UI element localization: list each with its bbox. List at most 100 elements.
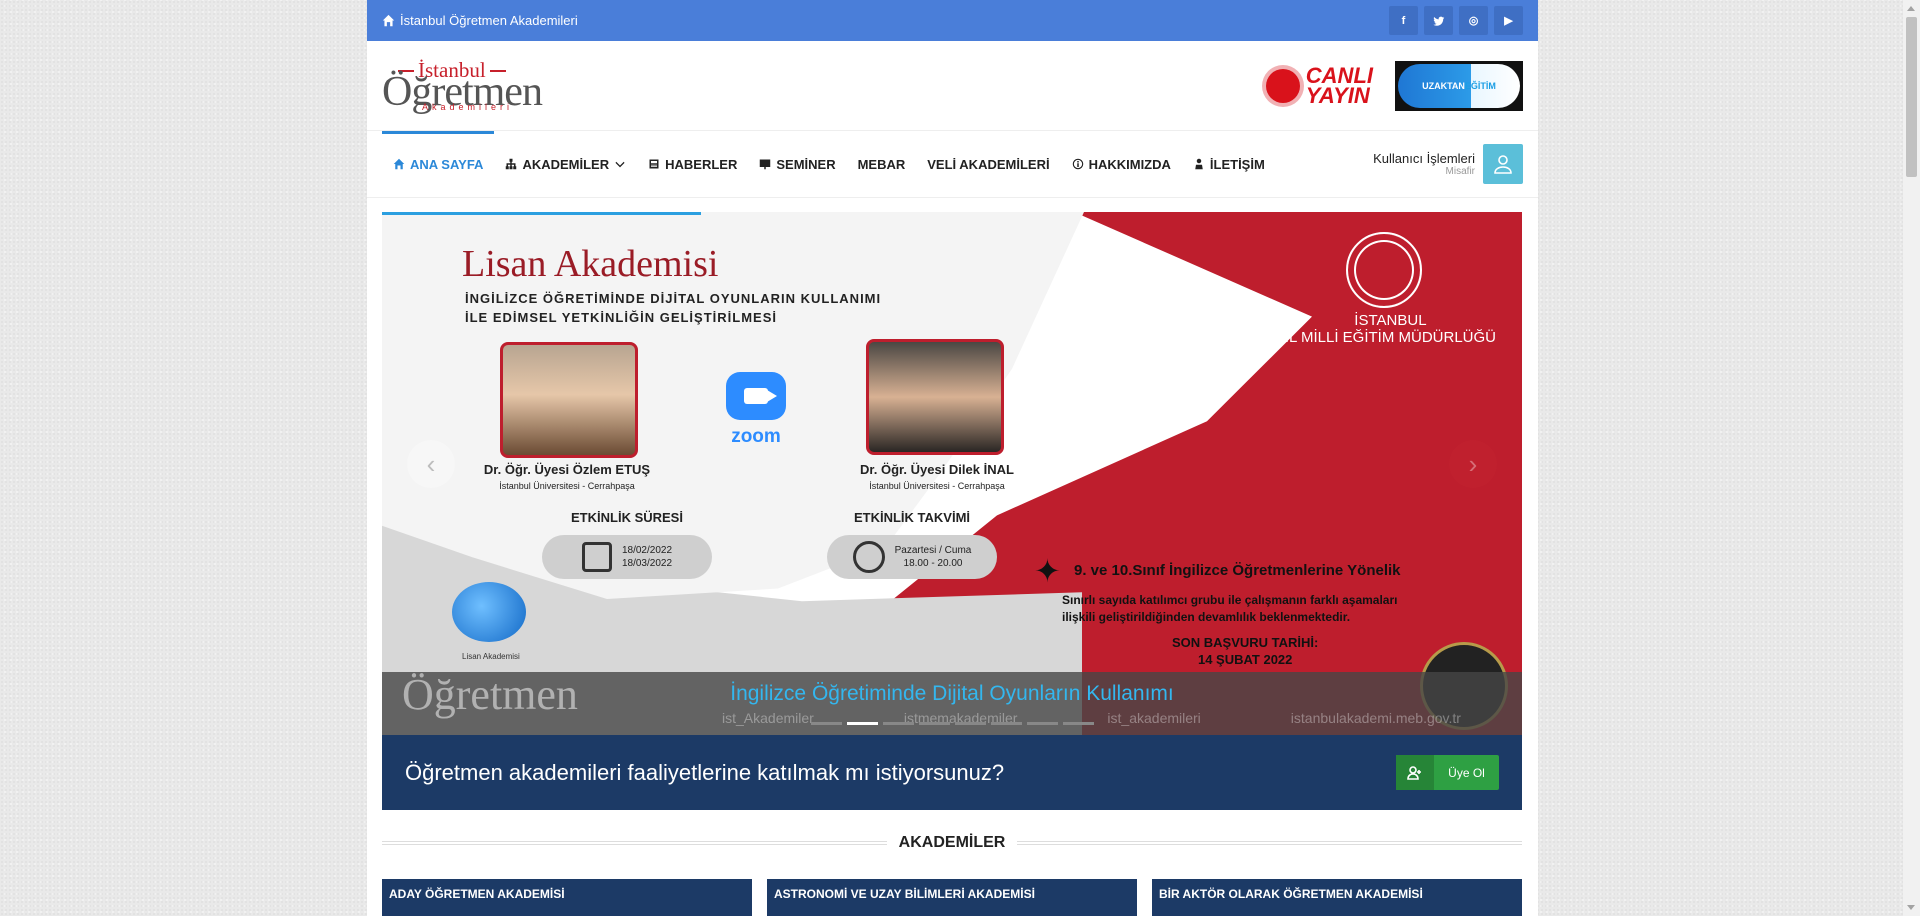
live-broadcast-button[interactable]: CANLI YAYIN [1265,64,1373,108]
nav-label: HABERLER [665,156,738,172]
signup-button[interactable]: Üye Ol [1396,755,1499,790]
user-icon [1494,155,1512,174]
slider-pagination [382,722,1522,725]
zoom-label: zoom [731,426,781,447]
sparkle-icon: ✦ [1034,553,1061,589]
academy-cards: ADAY ÖĞRETMEN AKADEMİSİ ASTRONOMİ VE UZA… [382,879,1522,916]
clock-icon [852,541,885,573]
scroll-up-icon[interactable] [1907,6,1915,11]
academy-card[interactable]: BİR AKTÖR OLARAK ÖĞRETMEN AKADEMİSİ [1152,879,1522,916]
nav-label: ANA SAYFA [410,156,484,172]
meb-seal-icon [1346,232,1422,308]
slider-dot[interactable] [990,722,1022,725]
academy-card[interactable]: ASTRONOMİ VE UZAY BİLİMLERİ AKADEMİSİ [767,879,1137,916]
chevron-left-icon: ‹ [426,448,436,479]
facebook-icon[interactable]: f [1389,6,1418,35]
home-icon [382,14,395,27]
remote-label-1: UZAKTAN [1422,80,1465,91]
user-menu[interactable]: Kullanıcı İşlemleri Misafir [1373,144,1523,184]
event-duration: ETKİNLİK SÜRESİ 18/02/2022 18/03/2022 [542,510,712,579]
speaker1-photo [500,342,638,458]
province-line1: İSTANBUL [1354,312,1427,329]
contact-icon [1195,158,1203,170]
speaker1-name-text: Dr. Öğr. Üyesi Özlem ETUŞ [483,462,651,477]
slider-progress-bar [382,212,702,215]
nav-item-contact[interactable]: İLETİŞİM [1182,131,1276,197]
live-dot-icon [1265,68,1300,103]
event-duration-label: ETKİNLİK SÜRESİ [571,510,683,525]
speaker2-org: İstanbul Üniversitesi - Cerrahpaşa [869,481,1005,491]
province-text: İSTANBUL İL MİLLİ EĞİTİM MÜDÜRLÜĞÜ [1285,312,1496,346]
nav-item-home[interactable]: ANA SAYFA [382,131,495,197]
nav-label: MEBAR [857,156,906,172]
event-days: Pazartesi / Cuma [894,545,972,556]
site-name: İstanbul Öğretmen Akademileri [400,13,578,28]
page-container: İstanbul Öğretmen Akademileri f ◎ ▶ İsta… [367,0,1538,916]
live-label: CANLI YAYIN [1305,64,1373,108]
remote-education-pill: UZAKTAN EĞİTİM [1398,63,1520,108]
page-scrollbar[interactable] [1903,0,1920,916]
nav-item-news[interactable]: HABERLER [637,131,748,197]
slider-prev-button[interactable]: ‹ [407,440,455,488]
target-audience: 9. ve 10.Sınıf İngilizce Öğretmenlerine … [1074,562,1401,579]
slider-dot[interactable] [954,722,986,725]
slide-subtitle-line1: İNGİLİZCE ÖĞRETİMİNDE DİJİTAL OYUNLARIN … [465,291,882,306]
slider-dot[interactable] [1026,722,1058,725]
slider-dot[interactable] [882,722,914,725]
site-logo[interactable]: İstanbul Öğretmen Akademileri [382,56,543,116]
speaker2-photo [866,339,1004,455]
event-hours: 18.00 - 20.00 [903,558,963,569]
site-link[interactable]: İstanbul Öğretmen Akademileri [382,13,578,28]
presentation-icon [760,159,771,170]
youtube-icon[interactable]: ▶ [1494,6,1523,35]
divider [382,841,887,845]
slider-dot[interactable] [918,722,950,725]
user-text: Kullanıcı İşlemleri Misafir [1373,151,1475,177]
slider-dot[interactable] [810,722,842,725]
user-subtitle: Misafir [1445,166,1475,177]
scroll-down-icon[interactable] [1907,905,1915,910]
sitemap-icon [506,158,517,170]
section-heading: AKADEMİLER [382,833,1523,853]
top-bar: İstanbul Öğretmen Akademileri f ◎ ▶ [367,0,1538,41]
chevron-down-icon [615,161,625,168]
slider-dot[interactable] [846,722,878,725]
slider-next-button[interactable]: › [1449,440,1497,488]
divider [1017,841,1523,845]
logo-bottom-text: Akademileri [422,101,514,112]
twitter-icon[interactable] [1424,6,1453,35]
academy-card[interactable]: ADAY ÖĞRETMEN AKADEMİSİ [382,879,752,916]
instagram-icon[interactable]: ◎ [1459,6,1488,35]
slide-subtitle: İNGİLİZCE ÖĞRETİMİNDE DİJİTAL OYUNLARIN … [465,289,881,327]
province-line2: İL MİLLİ EĞİTİM MÜDÜRLÜĞÜ [1284,329,1496,346]
live-line2: YAYIN [1305,82,1370,108]
nav-item-academies[interactable]: AKADEMİLER [494,131,637,197]
nav-item-seminar[interactable]: SEMİNER [748,131,846,197]
lisan-akademisi-logo [452,582,526,642]
speaker1-org: İstanbul Üniversitesi - Cerrahpaşa [499,481,635,491]
target-description: Sınırlı sayıda katılımcı grubu ile çalış… [1062,592,1397,626]
event-duration-pill: 18/02/2022 18/03/2022 [542,535,712,579]
zoom-logo: zoom [726,372,786,448]
user-button[interactable] [1483,144,1523,184]
nav-item-about[interactable]: HAKKIMIZDA [1061,131,1182,197]
application-deadline: SON BAŞVURU TARİHİ: 14 ŞUBAT 2022 [1172,634,1318,668]
calendar-icon [581,542,612,572]
hero-slider[interactable]: Lisan Akademisi İNGİLİZCE ÖĞRETİMİNDE Dİ… [382,212,1522,735]
main-nav: ANA SAYFA AKADEMİLER HABERLER SEMİNER ME… [367,131,1538,198]
remote-label-2: EĞİTİM [1464,80,1496,91]
event-end-date: 18/03/2022 [621,558,673,569]
lisan-logo-label: Lisan Akademisi [462,652,520,661]
nav-label: VELİ AKADEMİLERİ [927,156,1050,172]
desc-line2: ilişkili geliştirildiğinden devamlılık b… [1062,610,1351,624]
remote-education-button[interactable]: UZAKTAN EĞİTİM [1395,60,1523,111]
slide-title: Lisan Akademisi [462,243,719,285]
slider-dot[interactable] [1062,722,1094,725]
header-banners: CANLI YAYIN UZAKTAN EĞİTİM [1265,60,1523,111]
speaker1-name: Dr. Öğr. Üyesi Özlem ETUŞ İstanbul Ünive… [462,462,672,491]
speaker2-name: Dr. Öğr. Üyesi Dilek İNAL İstanbul Ünive… [832,462,1042,491]
scroll-thumb[interactable] [1906,17,1917,177]
nav-item-mebar[interactable]: MEBAR [847,131,917,197]
event-schedule: ETKİNLİK TAKVİMİ Pazartesi / Cuma 18.00 … [827,510,997,579]
nav-item-parent-academies[interactable]: VELİ AKADEMİLERİ [916,131,1060,197]
